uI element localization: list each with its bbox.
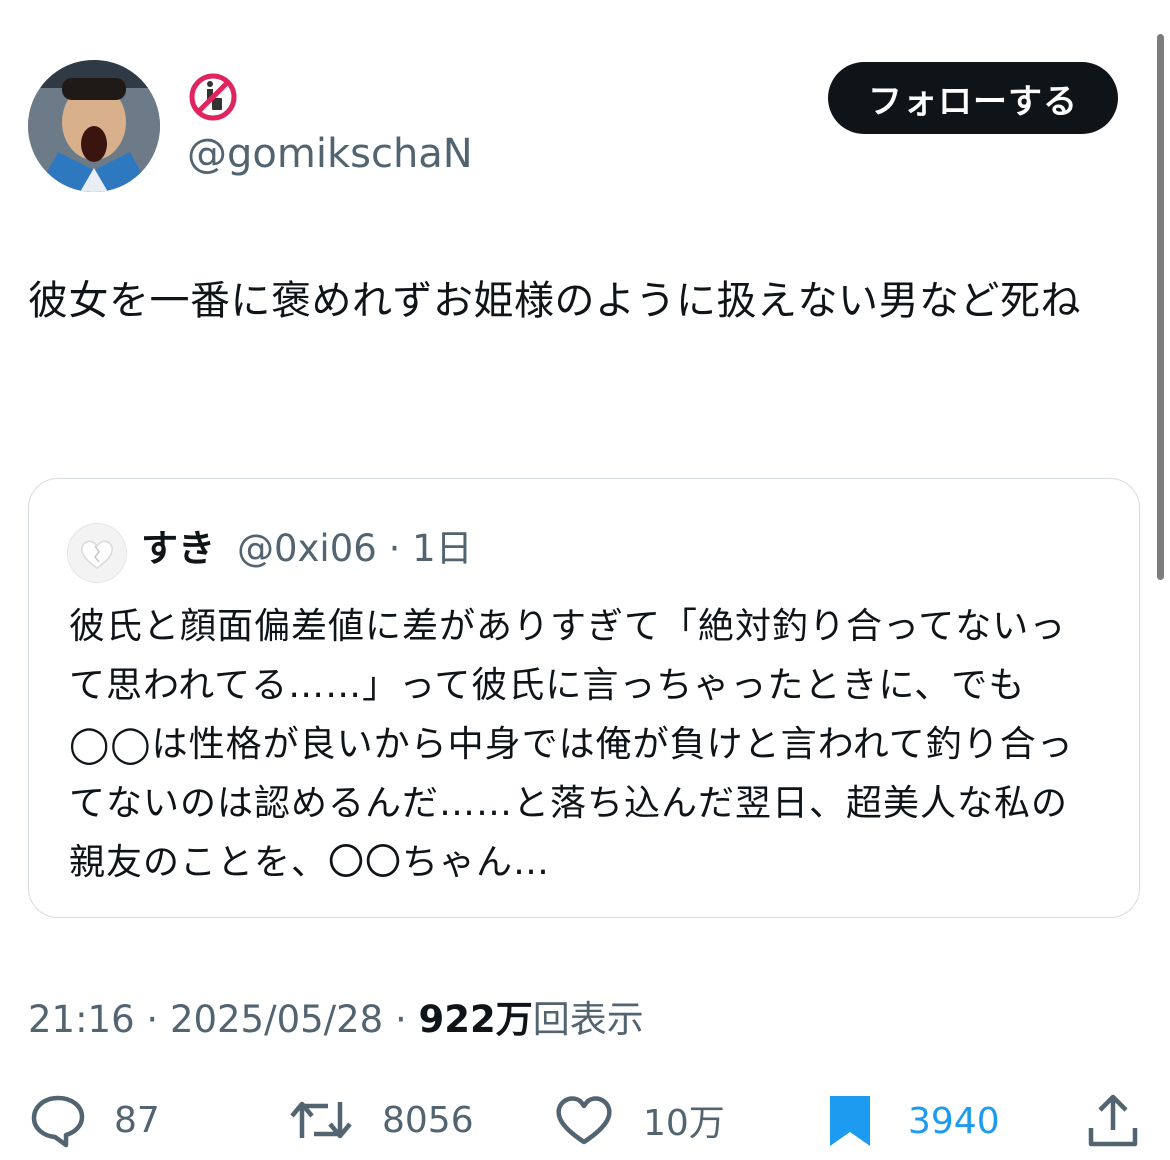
- quote-meta: @0xi06 · 1日: [237, 521, 473, 577]
- reply-button[interactable]: 87: [28, 1092, 160, 1148]
- tweet-date[interactable]: 2025/05/28: [170, 998, 383, 1041]
- retweet-button[interactable]: 8056: [288, 1092, 474, 1148]
- share-button[interactable]: [1086, 1092, 1140, 1150]
- separator: ·: [134, 998, 170, 1041]
- action-bar: 87 8056 10万 3940: [0, 1080, 1170, 1160]
- bookmark-icon: [830, 1096, 870, 1146]
- reply-icon: [31, 1095, 85, 1148]
- view-label: 回表示: [532, 998, 644, 1041]
- quote-time[interactable]: 1日: [412, 527, 473, 570]
- tweet-time[interactable]: 21:16: [28, 998, 135, 1041]
- quoted-tweet[interactable]: すき @0xi06 · 1日 彼氏と顔面偏差値に差がありすぎて「絶対釣り合ってな…: [28, 478, 1140, 918]
- retweet-count: 8056: [382, 1099, 474, 1141]
- follow-button[interactable]: フォローする: [828, 62, 1118, 134]
- share-icon: [1088, 1094, 1138, 1147]
- author-avatar[interactable]: [28, 60, 160, 192]
- tweet-meta: 21:16 · 2025/05/28 · 922万回表示: [28, 992, 644, 1048]
- view-count: 922万: [418, 998, 533, 1041]
- separator: ·: [376, 527, 413, 570]
- like-button[interactable]: 10万: [553, 1092, 725, 1148]
- no-littering-icon: [188, 72, 238, 122]
- retweet-icon: [290, 1101, 352, 1139]
- quote-author-name[interactable]: すき: [141, 521, 215, 577]
- separator: ·: [383, 998, 419, 1041]
- quote-avatar[interactable]: [67, 523, 127, 583]
- heart-icon: [556, 1096, 612, 1145]
- reply-count: 87: [114, 1099, 160, 1141]
- scrollbar[interactable]: [1157, 34, 1164, 580]
- heart-icon: [81, 540, 113, 569]
- bookmark-count: 3940: [908, 1100, 1000, 1142]
- quote-text: 彼氏と顔面偏差値に差がありすぎて「絶対釣り合ってないって思われてる……」って彼氏…: [69, 606, 1074, 883]
- quote-author-handle[interactable]: @0xi06: [237, 527, 377, 570]
- bookmark-button[interactable]: 3940: [826, 1092, 1000, 1150]
- author-handle[interactable]: @gomikschaN: [187, 128, 473, 180]
- tweet-text: 彼女を一番に褒めれずお姫様のように扱えない男など死ね: [28, 278, 1081, 324]
- like-count: 10万: [643, 1103, 725, 1144]
